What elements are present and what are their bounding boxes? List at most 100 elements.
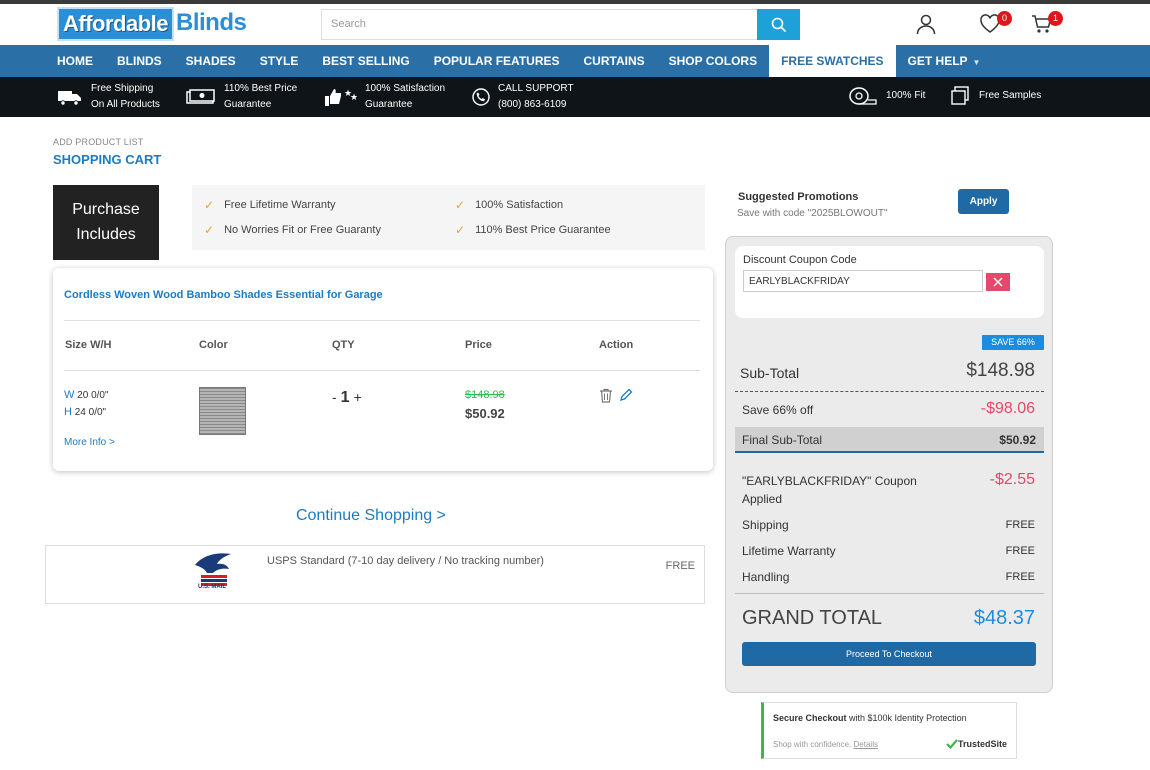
- nav-curtains[interactable]: CURTAINS: [572, 45, 657, 77]
- trustedsite-logo: TrustedSite: [946, 739, 1007, 749]
- warranty-value: FREE: [1005, 545, 1035, 557]
- remove-coupon-button[interactable]: [986, 273, 1010, 291]
- nav-shop-colors[interactable]: SHOP COLORS: [657, 45, 769, 77]
- support-phone[interactable]: (800) 863-6109: [498, 97, 574, 113]
- thumbs-up-stars-icon: ★★: [325, 88, 357, 106]
- column-header-qty: QTY: [332, 339, 355, 351]
- column-header-size: Size W/H: [65, 339, 112, 351]
- search-input[interactable]: Search: [321, 9, 758, 40]
- coupon-box: Discount Coupon Code EARLYBLACKFRIDAY: [735, 246, 1044, 318]
- tape-measure-icon: [849, 87, 877, 105]
- quantity-stepper: -1 +: [332, 389, 362, 407]
- grand-total-value: $48.37: [973, 607, 1035, 629]
- subtotal-value: $148.98: [966, 360, 1035, 381]
- edit-button[interactable]: [619, 388, 633, 407]
- purchase-includes-box: Purchase Includes: [53, 185, 159, 260]
- nav-popular-features[interactable]: POPULAR FEATURES: [422, 45, 572, 77]
- benefit-text: 100% Satisfaction: [365, 83, 446, 94]
- nav-get-help[interactable]: GET HELP ▼: [896, 45, 993, 77]
- check-icon: ✓: [455, 198, 466, 212]
- height-value: 24 0/0": [74, 407, 107, 418]
- benefit-satisfaction: ★ ★ 100% Satisfaction Guarantee: [323, 81, 445, 113]
- top-border: [0, 0, 1150, 4]
- shipping-value: FREE: [1005, 519, 1035, 531]
- apply-promo-button[interactable]: Apply: [958, 189, 1009, 214]
- width-label: W: [64, 389, 75, 401]
- nav-shades[interactable]: SHADES: [174, 45, 248, 77]
- nav-free-swatches[interactable]: FREE SWATCHES: [769, 45, 896, 77]
- benefit-text: Free Shipping: [91, 83, 154, 94]
- continue-shopping-link[interactable]: Continue Shopping >: [296, 507, 446, 525]
- account-button[interactable]: [915, 13, 939, 37]
- chevron-down-icon: ▼: [972, 58, 981, 67]
- benefit-free-shipping: Free Shipping On All Products: [57, 81, 160, 113]
- divider: [64, 370, 700, 371]
- benefit-call-support[interactable]: CALL SUPPORT (800) 863-6109: [472, 81, 574, 113]
- save-percent-badge: SAVE 66%: [982, 335, 1044, 350]
- qty-value: 1: [340, 389, 350, 406]
- height-dimension: H 24 0/0": [64, 406, 106, 418]
- nav-get-help-label: GET HELP: [907, 54, 968, 68]
- shipping-label: Shipping: [742, 518, 789, 532]
- nav-blinds[interactable]: BLINDS: [105, 45, 174, 77]
- order-summary: Discount Coupon Code EARLYBLACKFRIDAY SA…: [725, 236, 1053, 693]
- column-header-price: Price: [465, 339, 492, 351]
- svg-text:★: ★: [350, 92, 357, 102]
- close-icon: [993, 277, 1003, 287]
- feature-item: ✓ Free Lifetime Warranty: [204, 198, 336, 212]
- benefits-bar: Free Shipping On All Products 110% Best P…: [0, 77, 1150, 117]
- benefit-text: Free Samples: [979, 90, 1042, 101]
- trust-title-rest: with $100k Identity Protection: [846, 713, 967, 723]
- logo-part-2: Blinds: [176, 9, 247, 36]
- breadcrumb[interactable]: ADD PRODUCT LIST: [53, 137, 144, 147]
- benefit-text: CALL SUPPORT: [498, 83, 574, 94]
- search-icon: [771, 17, 786, 32]
- site-logo[interactable]: Affordable Blinds: [57, 7, 247, 41]
- benefit-text: Guarantee: [365, 99, 413, 110]
- coupon-label: Discount Coupon Code: [743, 254, 857, 266]
- benefit-best-price: 110% Best Price Guarantee: [186, 81, 297, 113]
- samples-icon: [951, 86, 969, 105]
- trust-details-link[interactable]: Details: [854, 740, 878, 749]
- width-dimension: W 20 0/0": [64, 389, 109, 401]
- benefit-text: 100% Fit: [886, 90, 926, 101]
- truck-icon: [58, 91, 81, 106]
- nav-style[interactable]: STYLE: [248, 45, 311, 77]
- trustedsite-seal[interactable]: Secure Checkout with $100k Identity Prot…: [761, 702, 1017, 759]
- shipping-option-price: FREE: [665, 560, 695, 572]
- nav-best-selling[interactable]: BEST SELLING: [310, 45, 421, 77]
- color-swatch-image[interactable]: [199, 387, 246, 435]
- product-name-link[interactable]: Cordless Woven Wood Bamboo Shades Essent…: [64, 289, 383, 301]
- phone-icon: [472, 88, 490, 106]
- check-icon: ✓: [204, 198, 215, 212]
- feature-item: ✓ No Worries Fit or Free Guaranty: [204, 223, 381, 237]
- grand-total-label: GRAND TOTAL: [742, 607, 883, 629]
- discount-value: -$98.06: [980, 400, 1035, 417]
- final-subtotal-label: Final Sub-Total: [742, 433, 823, 447]
- delete-button[interactable]: [599, 388, 613, 408]
- promotions-title: Suggested Promotions: [738, 191, 859, 203]
- discount-label: Save 66% off: [742, 403, 814, 417]
- nav-home[interactable]: HOME: [45, 45, 105, 77]
- trust-subtitle: Shop with confidence. Details: [773, 740, 878, 749]
- feature-label: No Worries Fit or Free Guaranty: [224, 224, 381, 236]
- qty-plus-button[interactable]: +: [354, 389, 362, 405]
- feature-label: 100% Satisfaction: [475, 199, 564, 211]
- width-value: 20 0/0": [77, 390, 109, 401]
- shipping-option-label: USPS Standard (7-10 day delivery / No tr…: [267, 555, 544, 567]
- benefit-text: Guarantee: [224, 99, 272, 110]
- search-button[interactable]: [757, 9, 800, 40]
- final-subtotal-value: $50.92: [999, 433, 1036, 447]
- user-icon: [916, 14, 936, 35]
- divider: [64, 320, 700, 321]
- handling-value: FREE: [1005, 571, 1035, 583]
- benefit-free-samples[interactable]: Free Samples: [949, 85, 1041, 107]
- trust-title-bold: Secure Checkout: [773, 713, 847, 723]
- warranty-label: Lifetime Warranty: [742, 544, 836, 558]
- qty-minus-button[interactable]: -: [332, 389, 337, 405]
- coupon-code-input[interactable]: EARLYBLACKFRIDAY: [743, 270, 983, 292]
- coupon-applied-label: "EARLYBLACKFRIDAY" Coupon: [742, 474, 917, 488]
- proceed-to-checkout-button[interactable]: Proceed To Checkout: [742, 642, 1036, 666]
- shipping-option[interactable]: U.S. MAIL USPS Standard (7-10 day delive…: [45, 545, 705, 604]
- more-info-link[interactable]: More Info >: [64, 437, 115, 448]
